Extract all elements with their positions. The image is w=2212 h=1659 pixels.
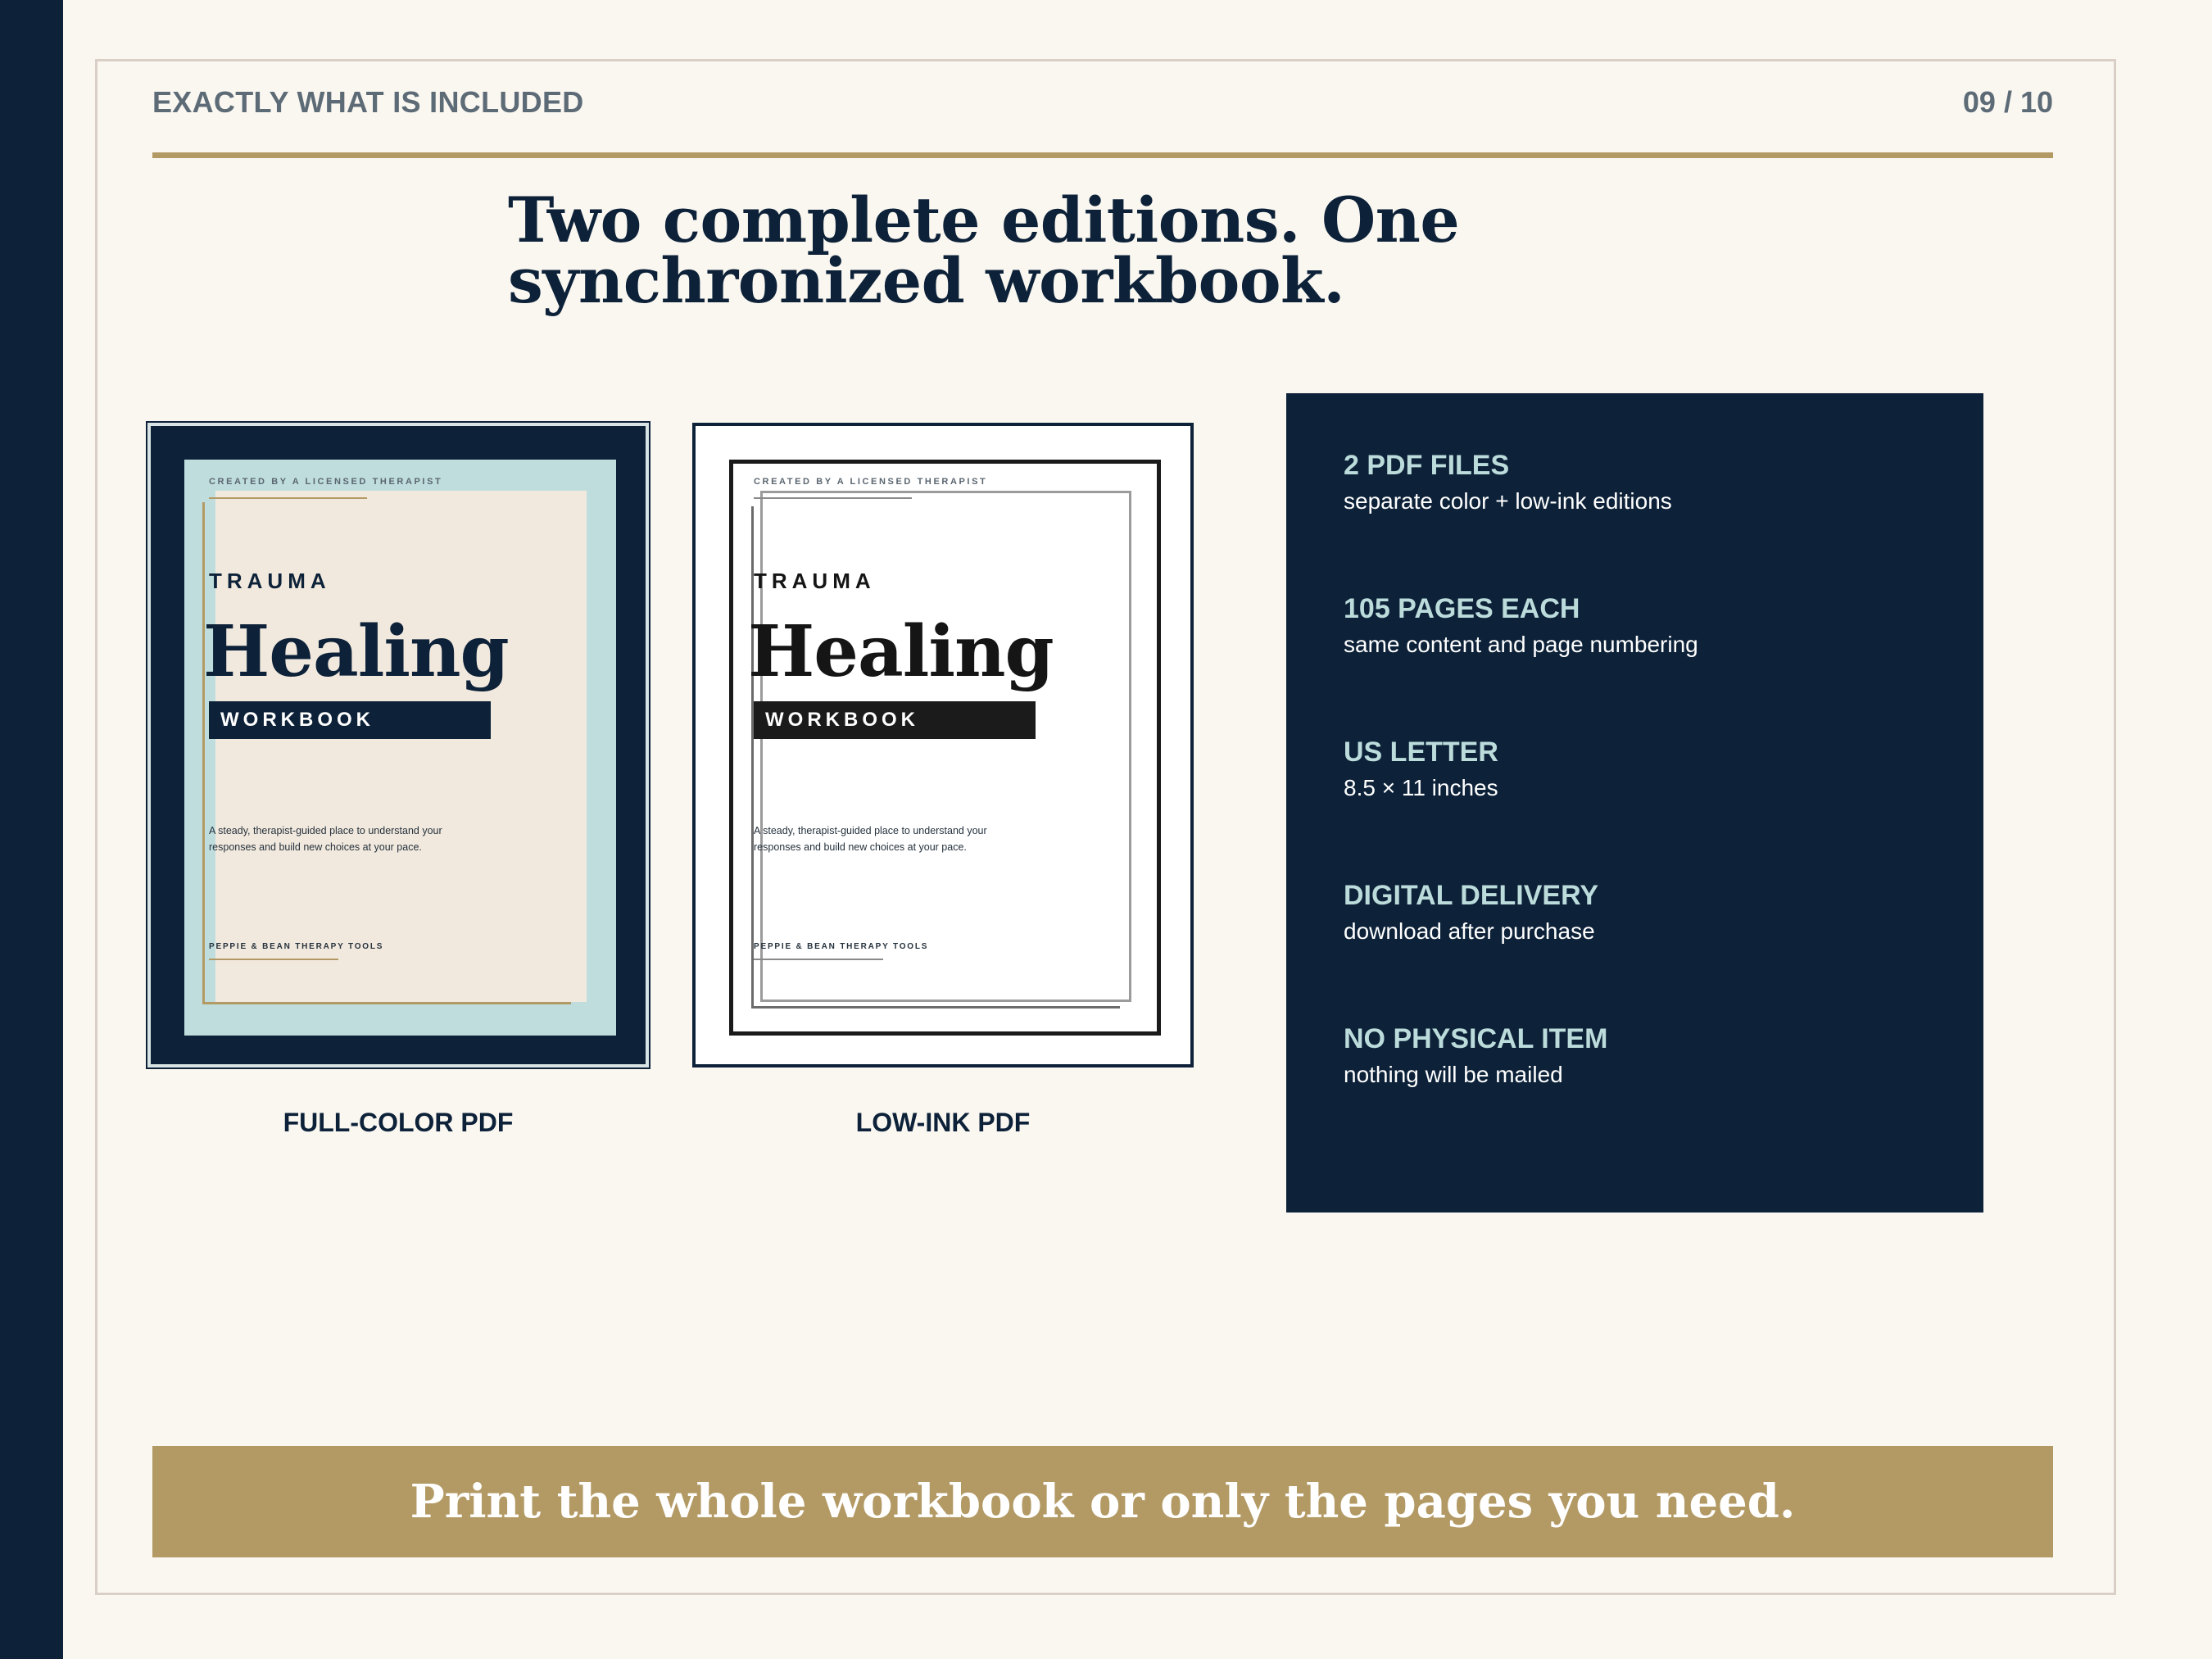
cover-accent-line [202,502,205,1004]
spec-item: NO PHYSICAL ITEM nothing will be mailed [1344,1022,1607,1091]
print-banner: Print the whole workbook or only the pag… [152,1446,2053,1557]
spec-subtitle: download after purchase [1344,918,1595,944]
section-label: EXACTLY WHAT IS INCLUDED [152,85,584,119]
low-ink-caption: LOW-INK PDF [855,1108,1031,1137]
page-headline: Two complete editions. One synchronized … [508,184,1460,317]
cover-workbook-band: WORKBOOK [754,701,1036,739]
spec-subtitle: separate color + low-ink editions [1344,488,1672,514]
full-color-caption: FULL-COLOR PDF [283,1108,514,1137]
spec-item: US LETTER 8.5 × 11 inches [1344,736,1498,805]
spec-title: 105 PAGES EACH [1344,593,1580,624]
header-rule [152,152,2053,158]
side-accent-bar [0,0,63,1659]
spec-title: DIGITAL DELIVERY [1344,880,1599,911]
cover-blurb: A steady, therapist-guided place to unde… [209,825,442,853]
cover-workbook-band: WORKBOOK [209,701,491,739]
cover-kicker: CREATED BY A LICENSED THERAPIST [209,477,443,487]
cover-brand-rule [754,959,883,960]
cover-brand: PEPPIE & BEAN THERAPY TOOLS [754,942,929,951]
cover-overline: TRAUMA [209,569,331,593]
cover-title: Healing [748,610,1054,693]
cover-brand: PEPPIE & BEAN THERAPY TOOLS [209,942,384,951]
cover-overline: TRAUMA [754,569,876,593]
cover-paper [760,491,1131,1002]
cover-kicker-rule [209,497,367,499]
cover-title: Healing [203,610,510,693]
cover-kicker: CREATED BY A LICENSED THERAPIST [754,477,988,487]
cover-paper [215,491,587,1002]
spec-subtitle: same content and page numbering [1344,632,1698,657]
cover-accent-line [751,1006,1120,1009]
cover-accent-line [202,1002,571,1004]
spec-item: 105 PAGES EACH same content and page num… [1344,592,1698,661]
spec-title: NO PHYSICAL ITEM [1344,1023,1608,1054]
full-color-cover: CREATED BY A LICENSED THERAPIST TRAUMA H… [146,421,650,1069]
page-number: 09 / 10 [1962,85,2053,119]
cover-brand-rule [209,959,338,960]
spec-subtitle: nothing will be mailed [1344,1062,1563,1087]
cover-kicker-rule [754,497,912,499]
spec-title: US LETTER [1344,737,1498,768]
spec-title: 2 PDF FILES [1344,450,1510,481]
spec-item: DIGITAL DELIVERY download after purchase [1344,879,1598,948]
low-ink-cover: CREATED BY A LICENSED THERAPIST TRAUMA H… [692,423,1194,1067]
cover-blurb: A steady, therapist-guided place to unde… [754,825,987,853]
spec-subtitle: 8.5 × 11 inches [1344,775,1498,800]
spec-item: 2 PDF FILES separate color + low-ink edi… [1344,449,1672,518]
specs-panel: 2 PDF FILES separate color + low-ink edi… [1286,393,1983,1213]
